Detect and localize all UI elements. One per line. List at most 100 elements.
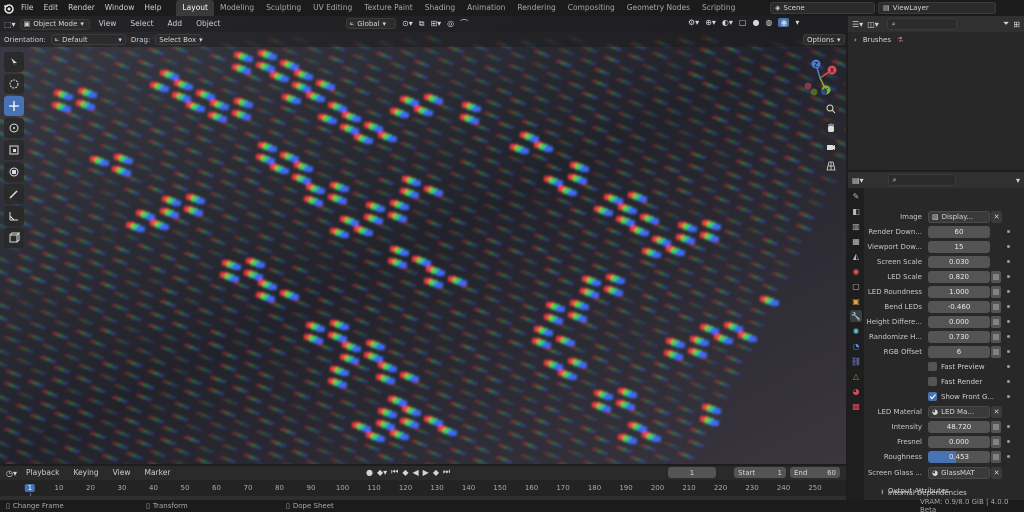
zoom-icon[interactable] bbox=[823, 101, 839, 117]
rotate-tool-icon[interactable] bbox=[4, 118, 24, 138]
perspective-grid-icon[interactable] bbox=[823, 158, 839, 174]
menu-help[interactable]: Help bbox=[139, 0, 166, 16]
blender-logo-icon[interactable] bbox=[0, 0, 16, 16]
options-chevron-icon[interactable]: ▾ bbox=[1016, 176, 1020, 185]
animate-dot-icon[interactable] bbox=[1007, 455, 1010, 458]
animate-dot-icon[interactable] bbox=[1007, 350, 1010, 353]
menu-view[interactable]: View bbox=[108, 465, 136, 481]
particles-tab-icon[interactable]: ✺ bbox=[850, 325, 862, 337]
property-value-field[interactable]: 15 bbox=[928, 240, 990, 253]
end-frame-field[interactable]: End 60 bbox=[790, 467, 840, 478]
animate-dot-icon[interactable] bbox=[1007, 425, 1010, 428]
navigation-gizmo[interactable]: X Y Z bbox=[798, 56, 842, 100]
tab-modeling[interactable]: Modeling bbox=[214, 0, 260, 16]
close-icon[interactable]: ✕ bbox=[991, 405, 1002, 418]
property-value-field[interactable]: 60 bbox=[928, 225, 990, 238]
checkbox[interactable] bbox=[928, 362, 937, 371]
shading-rendered-icon[interactable]: ◉ bbox=[778, 18, 790, 27]
animate-dot-icon[interactable] bbox=[1007, 260, 1010, 263]
tool-tab-icon[interactable]: ✎ bbox=[850, 190, 862, 202]
menu-select[interactable]: Select bbox=[125, 16, 158, 32]
prev-keyframe-icon[interactable]: ◆ bbox=[402, 468, 408, 477]
display-mode-icon[interactable]: ◫▾ bbox=[867, 20, 879, 29]
keyframe-toggle-icon[interactable] bbox=[991, 435, 1001, 448]
keyframe-toggle-icon[interactable] bbox=[991, 450, 1001, 463]
constraints-tab-icon[interactable]: ⛓ bbox=[850, 355, 862, 367]
jump-end-icon[interactable]: ⏭ bbox=[443, 467, 450, 477]
material-tab-icon[interactable]: ◕ bbox=[850, 385, 862, 397]
tab-rendering[interactable]: Rendering bbox=[511, 0, 561, 16]
play-icon[interactable]: ▶ bbox=[423, 468, 429, 477]
checkbox[interactable] bbox=[928, 392, 937, 401]
tab-texture-paint[interactable]: Texture Paint bbox=[358, 0, 418, 16]
shading-solid-icon[interactable]: ● bbox=[752, 18, 759, 27]
keyframe-toggle-icon[interactable] bbox=[991, 330, 1001, 343]
output-tab-icon[interactable]: ▥ bbox=[850, 220, 862, 232]
close-icon[interactable]: ✕ bbox=[991, 466, 1002, 479]
hand-pan-icon[interactable] bbox=[823, 120, 839, 136]
render-tab-icon[interactable]: ◧ bbox=[850, 205, 862, 217]
property-value-field[interactable]: 0.000 bbox=[928, 435, 990, 448]
tab-animation[interactable]: Animation bbox=[461, 0, 511, 16]
xray-icon[interactable]: ▢ bbox=[739, 18, 747, 27]
property-value-field[interactable]: 0.730 bbox=[928, 330, 990, 343]
add-cube-tool-icon[interactable] bbox=[4, 228, 24, 248]
tab-uv-editing[interactable]: UV Editing bbox=[307, 0, 358, 16]
led-material-selector[interactable]: ◕ LED Ma... bbox=[928, 405, 990, 418]
visibility-icon[interactable]: ⚙▾ bbox=[688, 18, 699, 27]
scene-tab-icon[interactable]: ◭ bbox=[850, 250, 862, 262]
record-icon[interactable]: ● bbox=[366, 468, 373, 477]
filter-icon[interactable]: ⏷ bbox=[1003, 19, 1009, 29]
editor-type-icon[interactable]: ⬚▾ bbox=[4, 20, 16, 29]
tab-layout[interactable]: Layout bbox=[176, 0, 214, 16]
physics-tab-icon[interactable]: ◔ bbox=[850, 340, 862, 352]
mode-selector[interactable]: ▣ Object Mode ▾ bbox=[19, 18, 90, 30]
keyframe-toggle-icon[interactable] bbox=[991, 270, 1001, 283]
keyframe-toggle-icon[interactable] bbox=[991, 315, 1001, 328]
outliner-row-brushes[interactable]: › Brushes ⚗ bbox=[848, 32, 1024, 48]
snap-icon[interactable]: ⧉ bbox=[419, 19, 425, 29]
transform-tool-icon[interactable] bbox=[4, 162, 24, 182]
next-keyframe-icon[interactable]: ◆ bbox=[433, 468, 439, 477]
menu-keying[interactable]: Keying bbox=[68, 465, 103, 481]
keyframe-toggle-icon[interactable] bbox=[991, 285, 1001, 298]
new-collection-icon[interactable]: ⊞ bbox=[1013, 20, 1020, 29]
3d-viewport[interactable]: ⬚▾ ▣ Object Mode ▾ View Select Add Objec… bbox=[0, 16, 846, 464]
tab-compositing[interactable]: Compositing bbox=[562, 0, 621, 16]
animate-dot-icon[interactable] bbox=[1007, 230, 1010, 233]
modifier-tab-icon[interactable]: 🔧 bbox=[850, 310, 862, 322]
property-value-field[interactable]: 48.720 bbox=[928, 420, 990, 433]
transform-orientation-selector[interactable]: ⟀ Global ▾ bbox=[346, 18, 396, 29]
keyframe-toggle-icon[interactable] bbox=[991, 420, 1001, 433]
move-tool-icon[interactable] bbox=[4, 96, 24, 116]
menu-playback[interactable]: Playback bbox=[21, 465, 64, 481]
animate-dot-icon[interactable] bbox=[1007, 395, 1010, 398]
properties-search-input[interactable]: ⌕ bbox=[887, 174, 956, 186]
drag-dropdown[interactable]: Select Box ▾ bbox=[155, 34, 203, 45]
current-frame-field[interactable]: 1 bbox=[668, 467, 716, 478]
property-value-field[interactable]: 6 bbox=[928, 345, 990, 358]
scale-tool-icon[interactable] bbox=[4, 140, 24, 160]
checkbox[interactable] bbox=[928, 377, 937, 386]
menu-window[interactable]: Window bbox=[100, 0, 140, 16]
property-value-field[interactable]: -0.460 bbox=[928, 300, 990, 313]
animate-dot-icon[interactable] bbox=[1007, 245, 1010, 248]
property-value-field[interactable]: 0.030 bbox=[928, 255, 990, 268]
measure-tool-icon[interactable] bbox=[4, 206, 24, 226]
view-layer-tab-icon[interactable]: ▦ bbox=[850, 235, 862, 247]
data-tab-icon[interactable]: △ bbox=[850, 370, 862, 382]
menu-object[interactable]: Object bbox=[191, 16, 225, 32]
proportional-edit-icon[interactable]: ◎ bbox=[447, 19, 454, 28]
start-frame-field[interactable]: Start 1 bbox=[734, 467, 786, 478]
property-value-field[interactable]: 1.000 bbox=[928, 285, 990, 298]
object-tab-icon[interactable]: ▣ bbox=[850, 295, 862, 307]
screen-glass-selector[interactable]: ◕ GlassMAT bbox=[928, 466, 990, 479]
outliner-editor-icon[interactable]: ☰▾ bbox=[852, 20, 863, 29]
keyframe-toggle-icon[interactable] bbox=[991, 300, 1001, 313]
shading-material-icon[interactable]: ◍ bbox=[765, 18, 772, 27]
animate-dot-icon[interactable] bbox=[1007, 290, 1010, 293]
animate-dot-icon[interactable] bbox=[1007, 335, 1010, 338]
tab-geometry-nodes[interactable]: Geometry Nodes bbox=[621, 0, 696, 16]
animate-dot-icon[interactable] bbox=[1007, 440, 1010, 443]
scene-selector[interactable]: ◈ Scene bbox=[770, 2, 875, 14]
